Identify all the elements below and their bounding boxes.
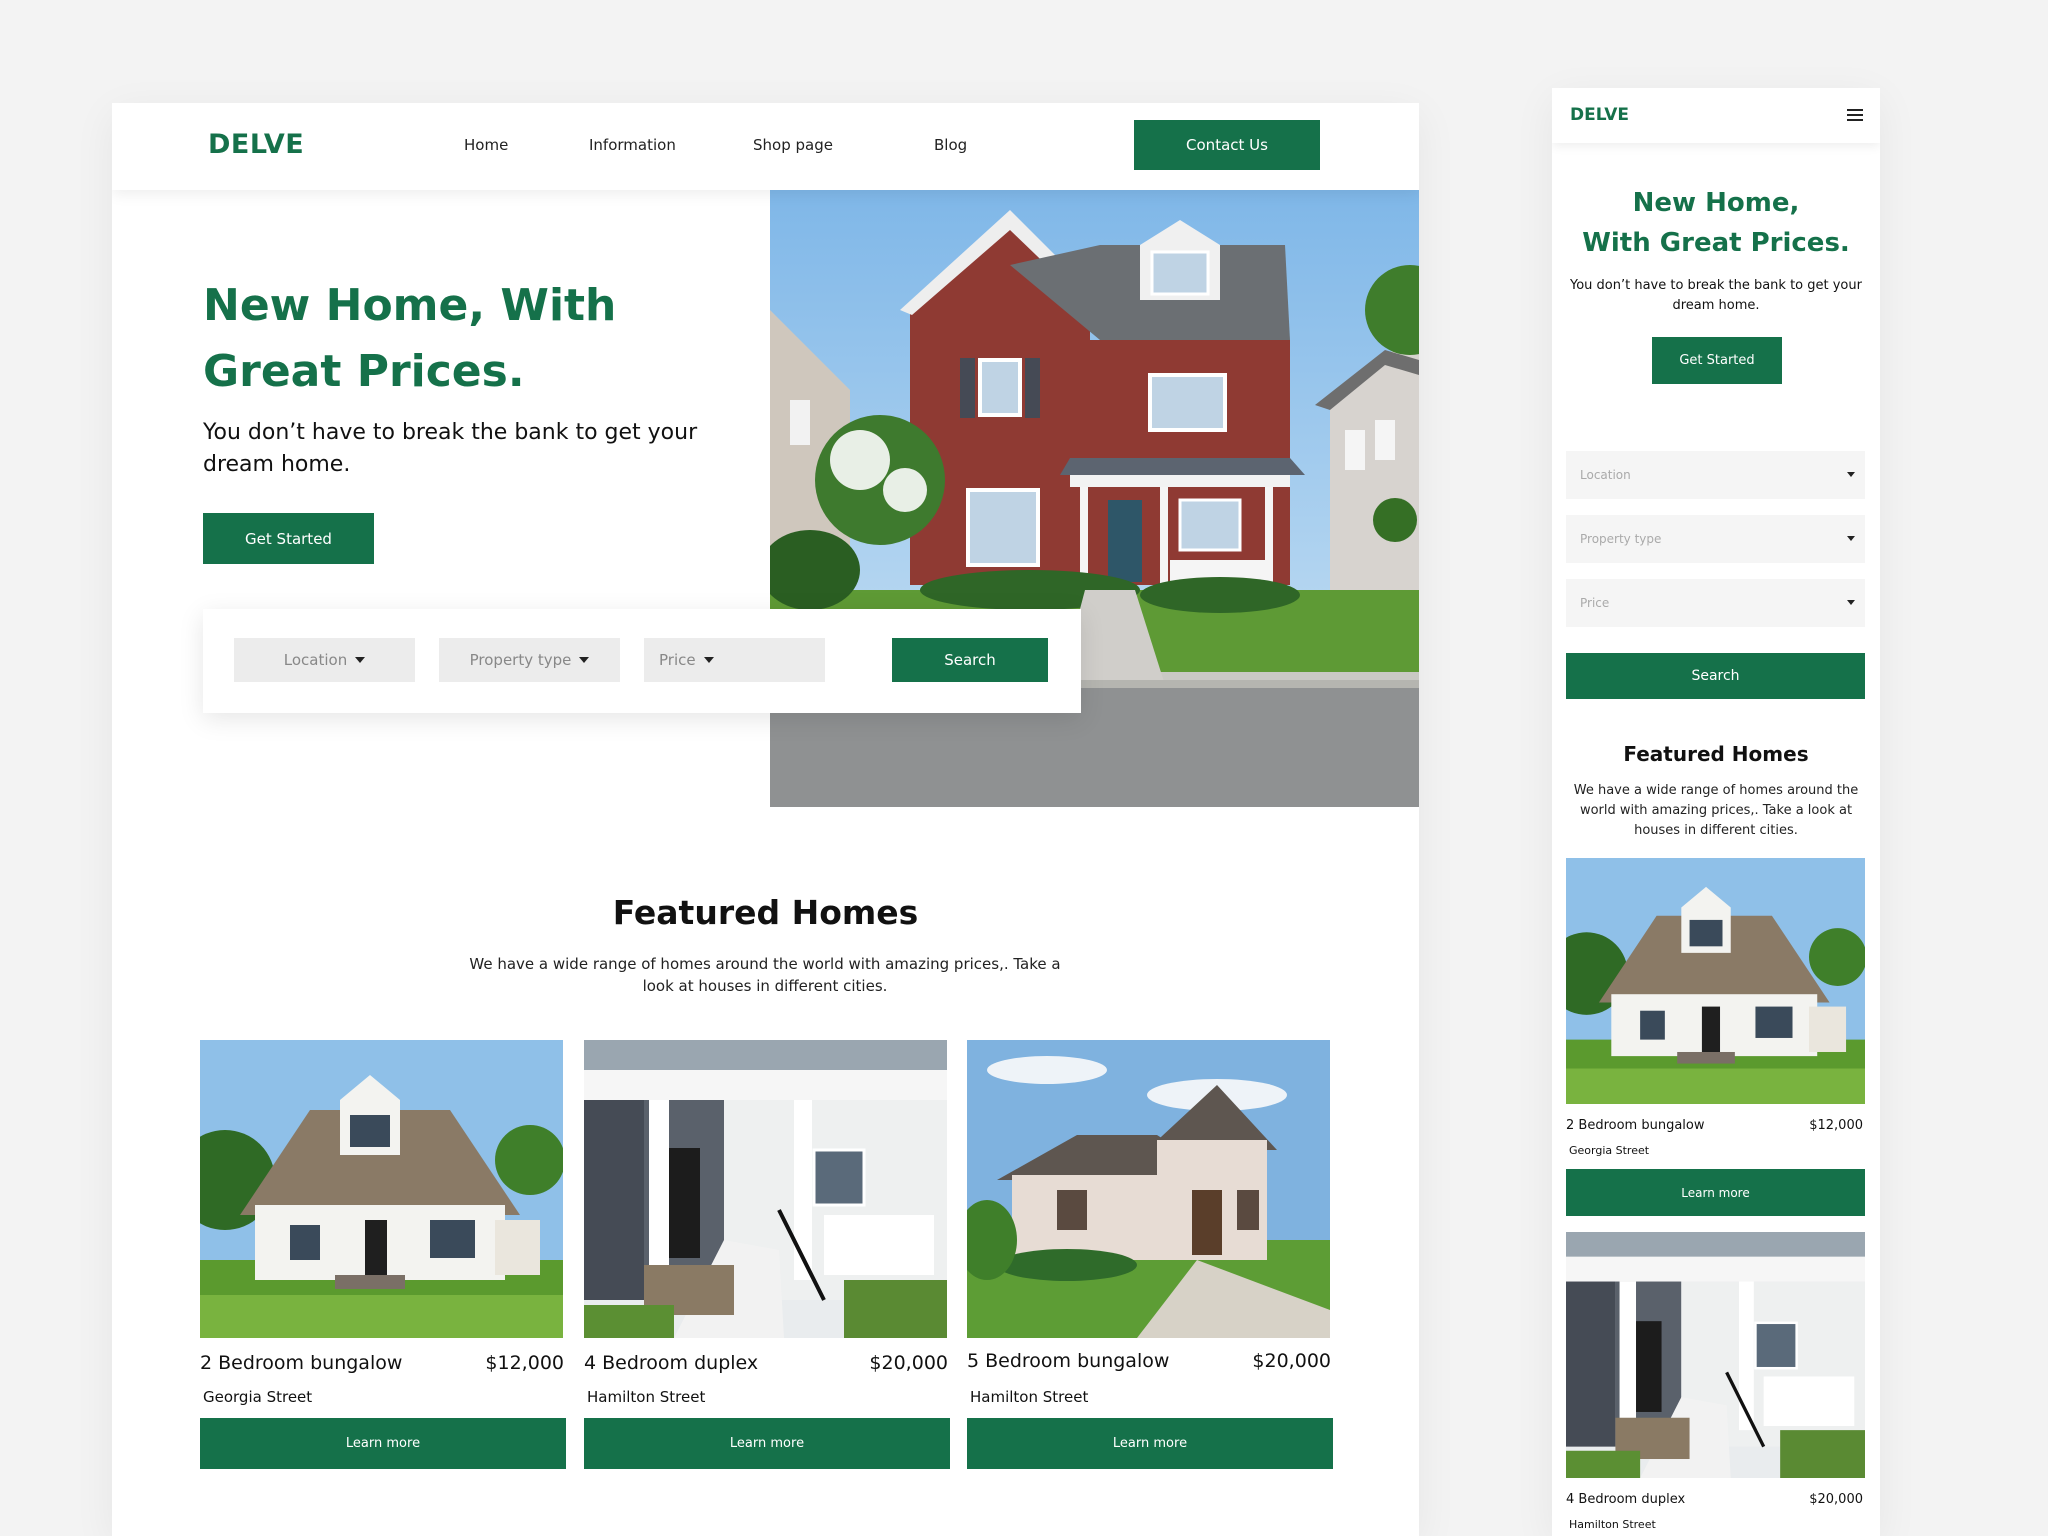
featured-homes-title: Featured Homes (1623, 742, 1809, 766)
location-select[interactable]: Location (234, 638, 415, 682)
nav-link-information[interactable]: Information (589, 136, 676, 154)
location-select-label: Location (283, 651, 348, 669)
mobile-page: DELVE New Home, With Great Prices. You d… (1552, 88, 1880, 1536)
home-street: Georgia Street (203, 1388, 313, 1406)
chevron-down-icon (1847, 472, 1855, 477)
learn-more-button[interactable]: Learn more (1566, 1169, 1865, 1216)
home-name: 4 Bedroom duplex (584, 1352, 759, 1374)
mobile-navbar: DELVE (1552, 88, 1880, 143)
featured-homes-description: We have a wide range of homes around the… (1573, 783, 1859, 838)
price-select-label: Price (659, 651, 696, 669)
home-name: 2 Bedroom bungalow (1566, 1118, 1705, 1133)
brand-logo[interactable]: DELVE (1570, 105, 1629, 125)
price-select-label: Price (1580, 596, 1610, 610)
contact-us-button[interactable]: Contact Us (1134, 120, 1320, 170)
featured-homes-description: We have a wide range of homes around the… (469, 955, 1061, 995)
home-card: 4 Bedroom duplex $20,000 Hamilton Street… (584, 1040, 950, 1469)
home-photo (1566, 858, 1865, 1104)
search-button[interactable]: Search (892, 638, 1048, 682)
mobile-hero-title-line2: With Great Prices. (1582, 228, 1850, 258)
home-card: 5 Bedroom bungalow $20,000 Hamilton Stre… (967, 1040, 1333, 1469)
location-select[interactable]: Location (1566, 451, 1865, 499)
home-price: $20,000 (869, 1352, 948, 1374)
home-street: Hamilton Street (1569, 1518, 1656, 1531)
hero-title: New Home, With Great Prices. (203, 273, 763, 405)
home-price: $12,000 (485, 1352, 564, 1374)
price-select[interactable]: Price (644, 638, 825, 682)
search-bar: Location Property type Price Search (203, 609, 1081, 713)
property-type-select[interactable]: Property type (1566, 515, 1865, 563)
search-button[interactable]: Search (1566, 653, 1865, 699)
mobile-hero-subtitle: You don’t have to break the bank to get … (1570, 278, 1862, 313)
home-street: Hamilton Street (587, 1388, 706, 1406)
top-navbar: DELVE Home Information Shop page Blog Co… (112, 103, 1419, 190)
hero-house-image (770, 190, 1419, 807)
price-select[interactable]: Price (1566, 579, 1865, 627)
learn-more-button[interactable]: Learn more (200, 1418, 566, 1469)
home-price: $20,000 (1809, 1492, 1863, 1507)
home-price: $12,000 (1809, 1118, 1863, 1133)
home-name: 4 Bedroom duplex (1566, 1492, 1686, 1507)
home-photo (200, 1040, 563, 1338)
hero-title-line2: Great Prices. (203, 346, 525, 397)
get-started-button[interactable]: Get Started (1652, 337, 1782, 384)
brand-logo[interactable]: DELVE (208, 129, 304, 160)
chevron-down-icon (703, 657, 714, 663)
home-name: 2 Bedroom bungalow (200, 1352, 403, 1374)
hamburger-menu-icon[interactable] (1847, 109, 1863, 121)
hero-title-line1: New Home, With (203, 280, 617, 331)
get-started-button[interactable]: Get Started (203, 513, 374, 564)
chevron-down-icon (1847, 536, 1855, 541)
nav-link-home[interactable]: Home (464, 136, 508, 154)
nav-link-blog[interactable]: Blog (934, 136, 967, 154)
home-card: 2 Bedroom bungalow $12,000 Georgia Stree… (1566, 858, 1865, 1216)
chevron-down-icon (355, 657, 366, 663)
desktop-page: DELVE Home Information Shop page Blog Co… (112, 103, 1419, 1536)
featured-homes-title: Featured Homes (612, 893, 919, 932)
learn-more-button[interactable]: Learn more (967, 1418, 1333, 1469)
home-photo (967, 1040, 1330, 1338)
home-photo (584, 1040, 947, 1338)
mobile-hero-title: New Home, With Great Prices. (1552, 183, 1880, 263)
home-street: Hamilton Street (970, 1388, 1089, 1406)
property-type-select-label: Property type (1580, 532, 1662, 546)
mobile-hero-title-line1: New Home, (1632, 188, 1800, 218)
home-card: 2 Bedroom bungalow $12,000 Georgia Stree… (200, 1040, 566, 1469)
property-type-select[interactable]: Property type (439, 638, 620, 682)
chevron-down-icon (1847, 600, 1855, 605)
hero-subtitle: You don’t have to break the bank to get … (203, 420, 698, 477)
home-price: $20,000 (1252, 1350, 1331, 1372)
nav-link-shop-page[interactable]: Shop page (753, 136, 833, 154)
location-select-label: Location (1580, 468, 1631, 482)
home-card: 4 Bedroom duplex $20,000 Hamilton Street (1566, 1232, 1865, 1531)
chevron-down-icon (579, 657, 590, 663)
home-name: 5 Bedroom bungalow (967, 1350, 1170, 1372)
property-type-select-label: Property type (469, 651, 572, 669)
learn-more-button[interactable]: Learn more (584, 1418, 950, 1469)
home-street: Georgia Street (1569, 1144, 1650, 1157)
home-photo (1566, 1232, 1865, 1478)
